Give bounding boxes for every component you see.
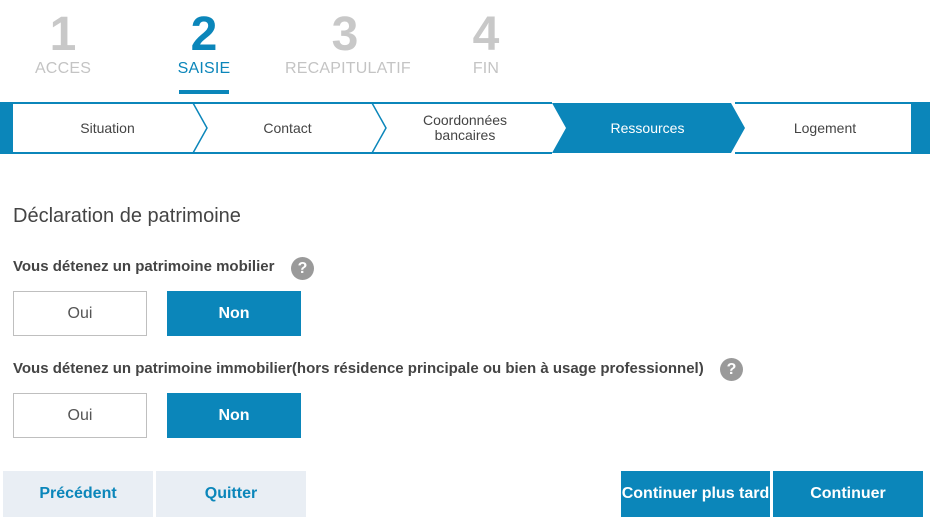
step-saisie: 2 SAISIE — [144, 10, 264, 94]
step-acces: 1 ACCES — [3, 10, 123, 78]
continue-later-button[interactable]: Continuer plus tard — [621, 471, 770, 517]
step-label: FIN — [472, 60, 500, 77]
progress-right-edge — [911, 102, 930, 154]
quit-button[interactable]: Quitter — [156, 471, 306, 517]
step-label: RECAPITULATIF — [285, 60, 411, 77]
progress-step-logement[interactable]: Logement — [740, 102, 910, 154]
step-label: SAISIE — [177, 60, 231, 77]
progress-step-situation[interactable]: Situation — [20, 102, 195, 154]
question-patrimoine-mobilier: Vous détenez un patrimoine mobilier — [13, 258, 275, 275]
active-step-underline — [179, 90, 229, 94]
immobilier-non-button[interactable]: Non — [167, 393, 301, 438]
progress-step-coordonnees-bancaires[interactable]: Coordonnées bancaires — [405, 102, 525, 154]
progress-step-contact[interactable]: Contact — [200, 102, 375, 154]
step-number: 2 — [190, 8, 218, 61]
immobilier-oui-button[interactable]: Oui — [13, 393, 147, 438]
step-fin: 4 FIN — [426, 10, 546, 78]
mobilier-non-button[interactable]: Non — [167, 291, 301, 336]
continue-button[interactable]: Continuer — [773, 471, 923, 517]
step-number: 1 — [49, 8, 77, 61]
mobilier-oui-button[interactable]: Oui — [13, 291, 147, 336]
help-icon[interactable]: ? — [291, 257, 314, 280]
step-label: ACCES — [34, 60, 92, 77]
step-number: 3 — [331, 8, 359, 61]
help-icon[interactable]: ? — [720, 358, 743, 381]
step-number: 4 — [472, 8, 500, 61]
progress-left-edge — [0, 102, 13, 154]
progress-step-ressources[interactable]: Ressources — [560, 102, 735, 154]
previous-button[interactable]: Précédent — [3, 471, 153, 517]
step-recapitulatif: 3 RECAPITULATIF — [285, 8, 411, 78]
question-patrimoine-immobilier: Vous détenez un patrimoine immobilier(ho… — [13, 360, 704, 377]
section-title: Déclaration de patrimoine — [13, 205, 241, 227]
